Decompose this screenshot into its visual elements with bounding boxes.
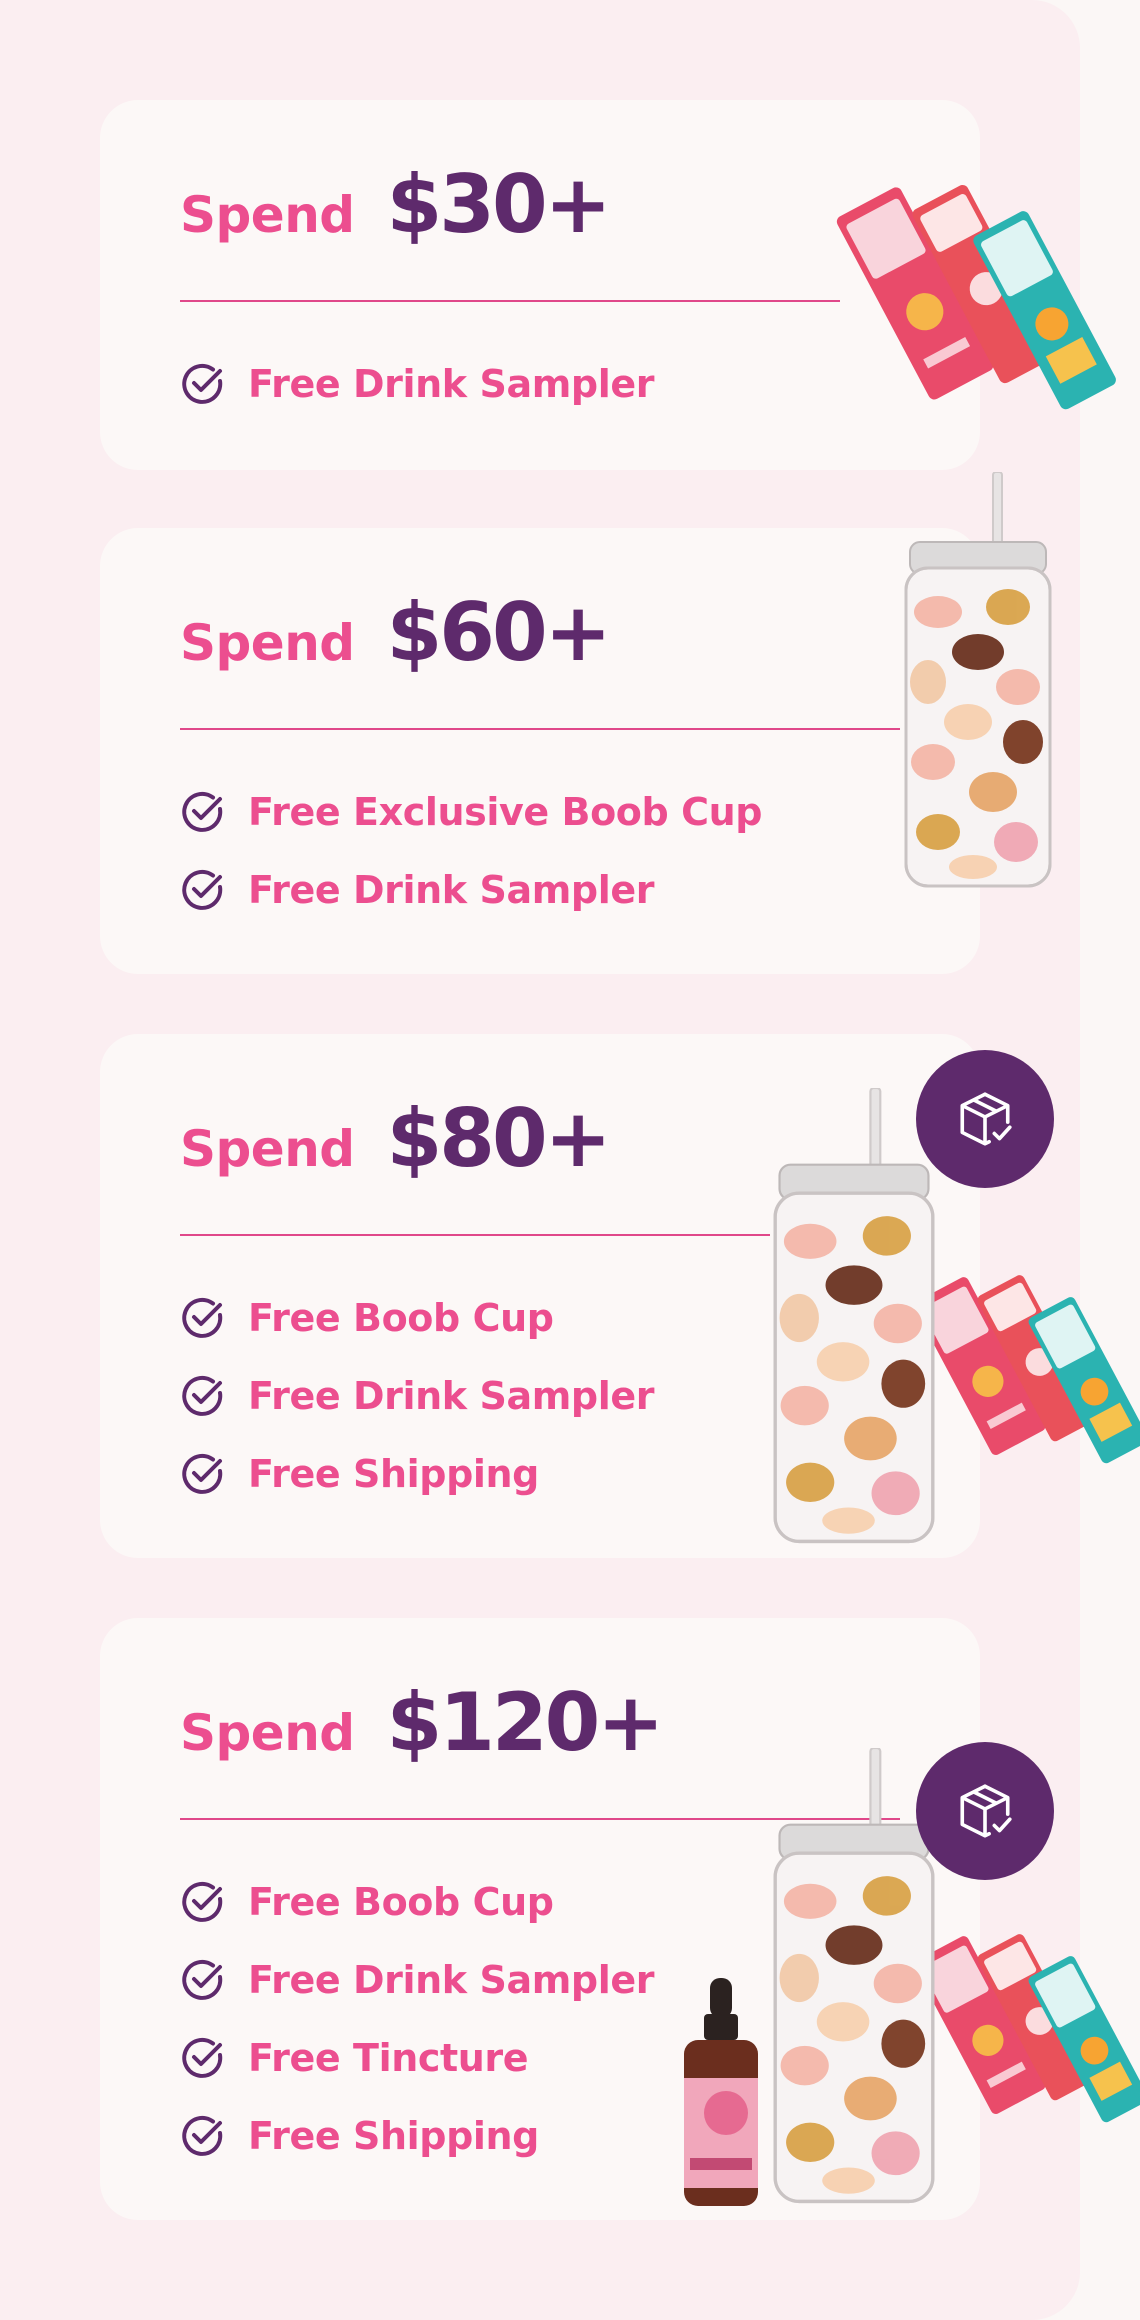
check-circle-icon — [180, 867, 226, 913]
perk-label: Free Boob Cup — [248, 1296, 554, 1340]
reward-tier-card: Spend $120+ Free Boob Cup Free Drink Sam… — [100, 1618, 980, 2220]
rewards-panel: Spend $30+ Free Drink Sampler Spend $60+ — [0, 0, 1080, 2320]
perk-item: Free Drink Sampler — [180, 1941, 654, 2019]
free-shipping-badge — [916, 1742, 1054, 1880]
perk-label: Free Tincture — [248, 2036, 529, 2080]
boob-cup-image — [764, 1088, 944, 1548]
check-circle-icon — [180, 361, 226, 407]
tier-heading: Spend $120+ — [180, 1676, 665, 1769]
perk-list: Free Boob Cup Free Drink Sampler Free Sh… — [180, 1279, 654, 1513]
tincture-bottle-image — [676, 1978, 766, 2208]
perk-item: Free Drink Sampler — [180, 1357, 654, 1435]
reward-tier-card: Spend $30+ Free Drink Sampler — [100, 100, 980, 470]
check-circle-icon — [180, 1295, 226, 1341]
perk-label: Free Exclusive Boob Cup — [248, 790, 763, 834]
perk-label: Free Drink Sampler — [248, 868, 655, 912]
check-circle-icon — [180, 2113, 226, 2159]
check-circle-icon — [180, 1451, 226, 1497]
check-circle-icon — [180, 1373, 226, 1419]
free-shipping-badge — [916, 1050, 1054, 1188]
drink-sampler-packs-image — [820, 130, 1130, 440]
perk-item: Free Drink Sampler — [180, 851, 762, 929]
spend-threshold: $60+ — [386, 586, 612, 679]
tier-divider — [180, 1234, 770, 1236]
perk-item: Free Boob Cup — [180, 1279, 654, 1357]
tier-divider — [180, 300, 840, 302]
free-shipping-box-icon — [954, 1088, 1016, 1150]
spend-threshold: $80+ — [386, 1092, 612, 1185]
tier-heading: Spend $30+ — [180, 158, 612, 251]
spend-threshold: $120+ — [386, 1676, 665, 1769]
perk-item: Free Exclusive Boob Cup — [180, 773, 762, 851]
perk-label: Free Drink Sampler — [248, 1958, 655, 2002]
reward-tier-card: Spend $60+ Free Exclusive Boob Cup Free … — [100, 528, 980, 974]
tier-heading: Spend $80+ — [180, 1092, 612, 1185]
perk-item: Free Drink Sampler — [180, 345, 654, 423]
perk-item: Free Boob Cup — [180, 1863, 654, 1941]
check-circle-icon — [180, 1879, 226, 1925]
spend-label: Spend — [180, 186, 355, 244]
perk-list: Free Drink Sampler — [180, 345, 654, 423]
tier-heading: Spend $60+ — [180, 586, 612, 679]
check-circle-icon — [180, 1957, 226, 2003]
tier-divider — [180, 728, 900, 730]
perk-item: Free Tincture — [180, 2019, 654, 2097]
spend-threshold: $30+ — [386, 158, 612, 251]
spend-label: Spend — [180, 614, 355, 672]
perk-label: Free Drink Sampler — [248, 1374, 655, 1418]
reward-tier-card: Spend $80+ Free Boob Cup Free Drink Samp… — [100, 1034, 980, 1558]
check-circle-icon — [180, 2035, 226, 2081]
spend-label: Spend — [180, 1704, 355, 1762]
perk-item: Free Shipping — [180, 2097, 654, 2175]
boob-cup-image — [898, 472, 1058, 892]
perk-list: Free Boob Cup Free Drink Sampler Free Ti… — [180, 1863, 654, 2175]
spend-label: Spend — [180, 1120, 355, 1178]
perk-label: Free Shipping — [248, 2114, 539, 2158]
perk-label: Free Shipping — [248, 1452, 539, 1496]
perk-list: Free Exclusive Boob Cup Free Drink Sampl… — [180, 773, 762, 929]
perk-label: Free Boob Cup — [248, 1880, 554, 1924]
perk-item: Free Shipping — [180, 1435, 654, 1513]
free-shipping-box-icon — [954, 1780, 1016, 1842]
check-circle-icon — [180, 789, 226, 835]
perk-label: Free Drink Sampler — [248, 362, 655, 406]
